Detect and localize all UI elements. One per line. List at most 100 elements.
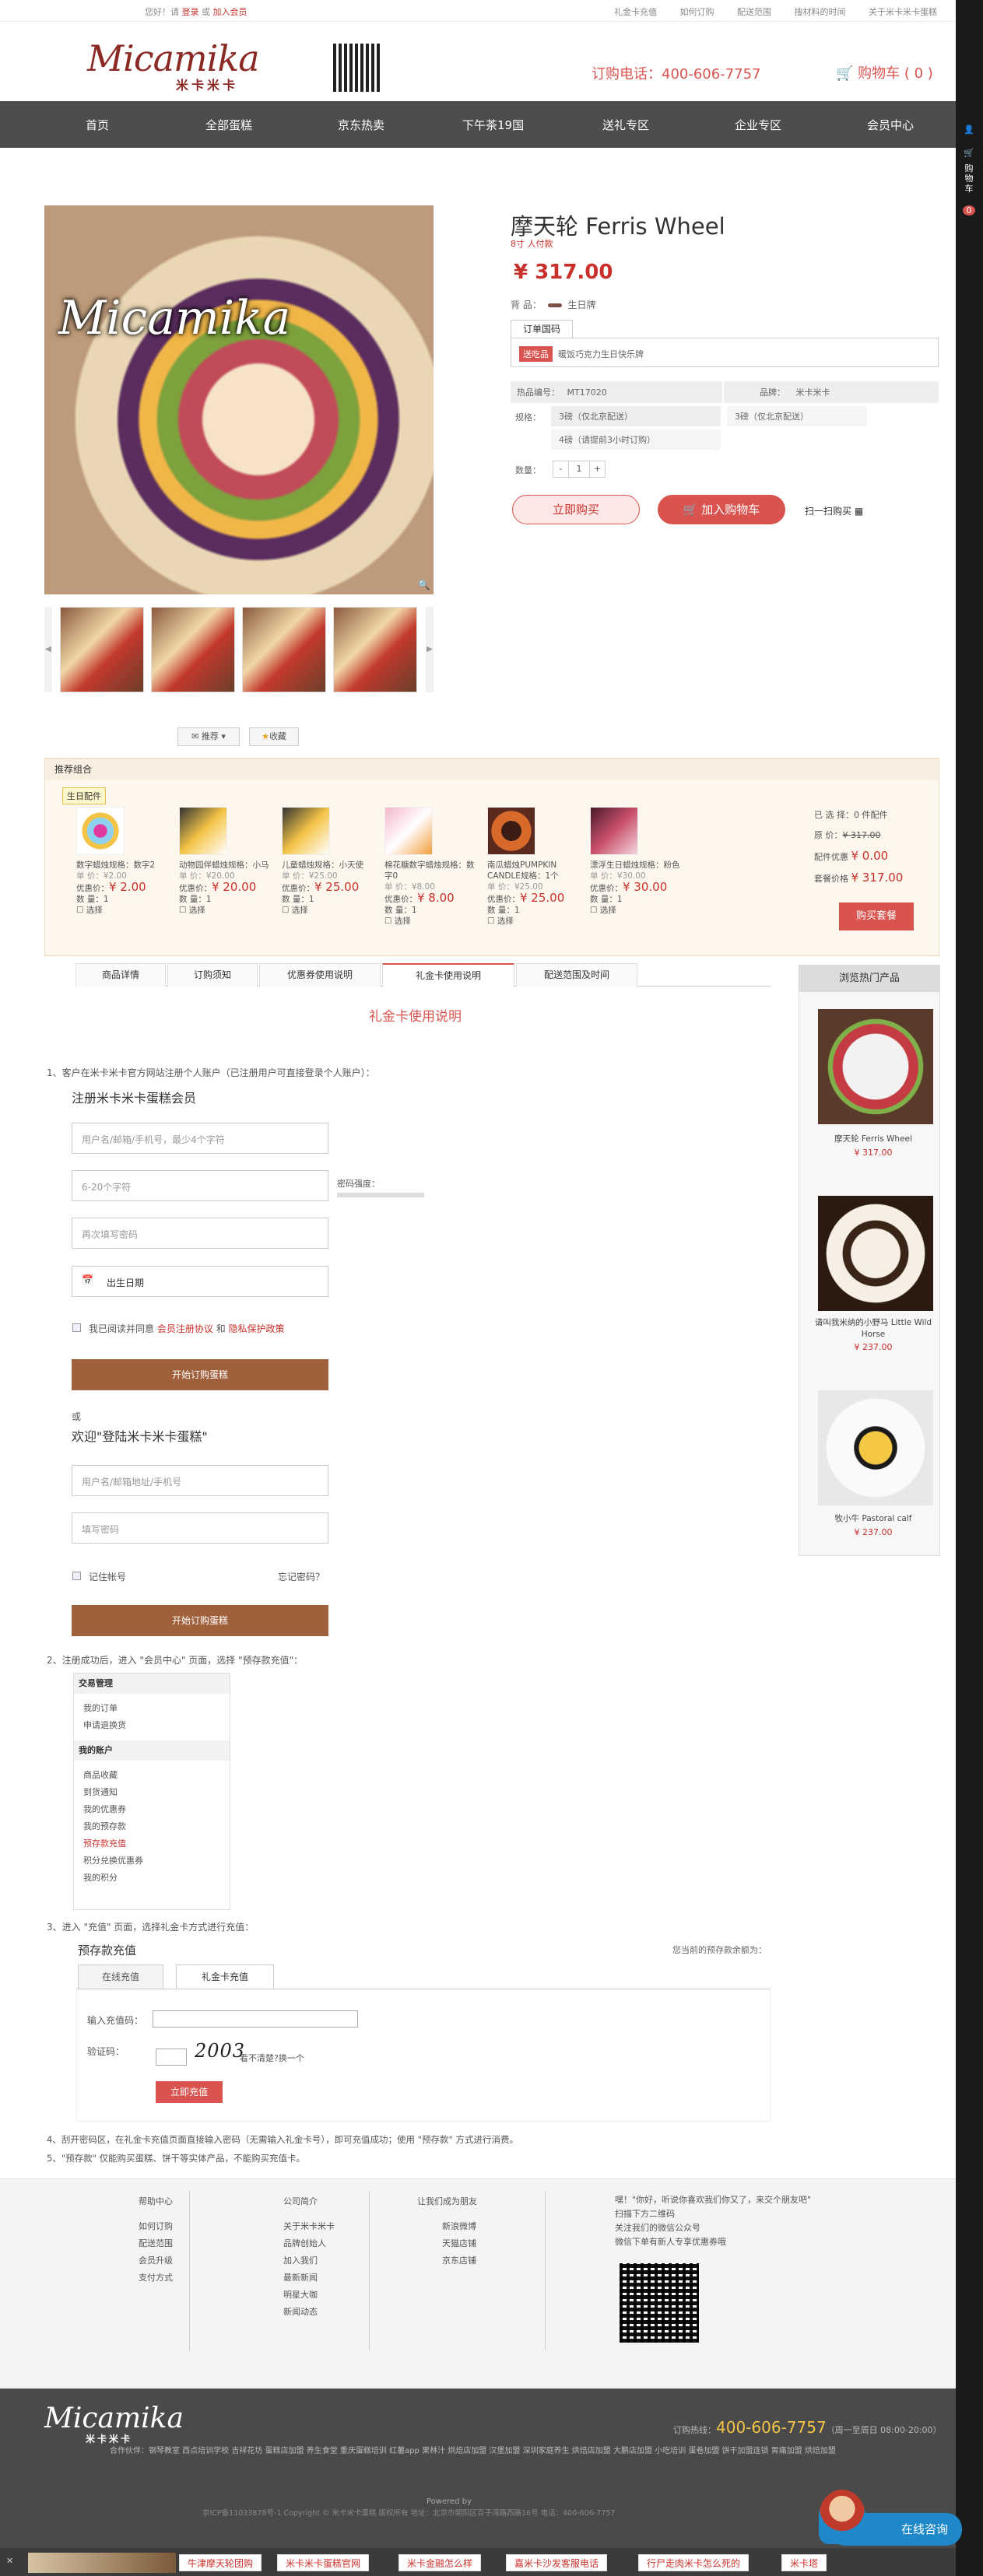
- user-icon[interactable]: 👤: [963, 124, 975, 135]
- sidebar-cart-label[interactable]: 购物车: [963, 163, 975, 194]
- nav-home[interactable]: 首页: [86, 117, 109, 133]
- menu-item-points[interactable]: 我的积分: [83, 1871, 118, 1884]
- footer-link[interactable]: 会员升级: [139, 2252, 173, 2269]
- captcha-input[interactable]: [156, 2049, 187, 2066]
- top-link-giftcard[interactable]: 礼金卡充值: [614, 7, 657, 17]
- combo-item-image[interactable]: [76, 807, 125, 855]
- hot-product-name[interactable]: 请叫我米纳的小野马 Little Wild Horse: [807, 1317, 939, 1341]
- footer-link[interactable]: 配送范围: [139, 2235, 173, 2252]
- menu-item-deposit[interactable]: 我的预存款: [83, 1820, 126, 1832]
- remember-checkbox[interactable]: [72, 1572, 81, 1580]
- menu-item-orders[interactable]: 我的订单: [83, 1702, 118, 1714]
- menu-item-returns[interactable]: 申请退换货: [83, 1719, 126, 1731]
- combo-tag[interactable]: 生日配件: [62, 787, 106, 804]
- footer-link[interactable]: 如何订购: [139, 2218, 173, 2235]
- nav-enterprise[interactable]: 企业专区: [735, 117, 781, 133]
- recharge-button[interactable]: 立即充值: [156, 2081, 223, 2103]
- confirm-password-field[interactable]: 再次填写密码: [72, 1218, 328, 1249]
- hot-product-image[interactable]: [818, 1390, 933, 1505]
- nav-jd-hot[interactable]: 京东热卖: [338, 117, 384, 133]
- cart-link[interactable]: 🛒 购物车 ( 0 ): [836, 62, 933, 82]
- captcha-image[interactable]: 2003: [195, 2040, 245, 2062]
- nav-member-center[interactable]: 会员中心: [867, 117, 914, 133]
- sidebar-cart-icon[interactable]: 🛒: [963, 148, 975, 158]
- hot-product-image[interactable]: [818, 1196, 933, 1311]
- login-username-field[interactable]: 用户名/邮箱地址/手机号: [72, 1465, 328, 1496]
- share-button[interactable]: ✉ 推荐 ▾: [177, 727, 240, 746]
- footer-link[interactable]: 新闻动态: [283, 2304, 335, 2321]
- captcha-refresh-link[interactable]: 看不清楚?换一个: [240, 2052, 304, 2064]
- agreement-link[interactable]: 会员注册协议: [157, 1323, 213, 1334]
- hot-product-name[interactable]: 摩天轮 Ferris Wheel: [807, 1134, 939, 1145]
- top-link-delivery[interactable]: 配送范围: [737, 7, 771, 17]
- buy-now-button[interactable]: 立即购买: [512, 495, 640, 524]
- partner-links[interactable]: 合作伙伴：钢琴教室 西点培训学校 吉祥花坊 蛋糕店加盟 养生食堂 重庆蛋糕培训 …: [110, 2445, 950, 2458]
- product-thumbnail[interactable]: [60, 607, 144, 692]
- tab-giftcard-recharge[interactable]: 礼金卡充值: [176, 1964, 274, 1989]
- footer-link[interactable]: 天猫店铺: [442, 2235, 477, 2252]
- username-field[interactable]: 用户名/邮箱/手机号，最少4个字符: [72, 1123, 328, 1154]
- agree-checkbox[interactable]: [72, 1323, 81, 1332]
- combo-item-image[interactable]: [282, 807, 330, 855]
- tab-order-notice[interactable]: 订购须知: [167, 963, 258, 987]
- keyword-link[interactable]: 嘉米卡沙发客服电话: [506, 2554, 608, 2571]
- combo-item-image[interactable]: [179, 807, 227, 855]
- keyword-link[interactable]: 米卡金融怎么样: [398, 2554, 482, 2571]
- top-link-about[interactable]: 关于米卡米卡蛋糕: [869, 7, 937, 17]
- order-tab[interactable]: 订单国码: [511, 320, 573, 338]
- keyword-link[interactable]: 米卡塔: [781, 2554, 827, 2571]
- tab-product-details[interactable]: 商品详情: [75, 963, 166, 987]
- tab-online-recharge[interactable]: 在线充值: [78, 1964, 163, 1989]
- privacy-link[interactable]: 隐私保护政策: [229, 1323, 285, 1334]
- quantity-stepper[interactable]: -1 +: [553, 461, 606, 478]
- menu-item-coupons[interactable]: 我的优惠券: [83, 1803, 126, 1815]
- menu-item-points-exchange[interactable]: 积分兑换优惠券: [83, 1854, 143, 1866]
- combo-checkbox[interactable]: ☐: [179, 906, 186, 915]
- product-thumbnail[interactable]: [151, 607, 235, 692]
- qty-minus-button[interactable]: -: [553, 461, 569, 477]
- nav-gifts[interactable]: 送礼专区: [602, 117, 649, 133]
- thumb-next-arrow[interactable]: ▶: [426, 607, 434, 692]
- zoom-icon[interactable]: 🔍: [418, 580, 430, 591]
- password-field[interactable]: 6-20个字符: [72, 1170, 328, 1201]
- scan-to-buy[interactable]: 扫一扫购买 ▦: [805, 504, 863, 517]
- tab-giftcard[interactable]: 礼金卡使用说明: [382, 963, 514, 987]
- combo-item-image[interactable]: [590, 807, 638, 855]
- keyword-link[interactable]: 行尸走肉米卡怎么死的: [638, 2554, 750, 2571]
- recharge-code-input[interactable]: [153, 2010, 358, 2028]
- combo-item-image[interactable]: [487, 807, 535, 855]
- spec-option-3[interactable]: 4磅（请提前3小时订购）: [551, 429, 721, 450]
- register-link[interactable]: 加入会员: [213, 7, 248, 17]
- combo-checkbox[interactable]: ☐: [282, 906, 289, 915]
- nav-afternoon-tea[interactable]: 下午茶19国: [462, 117, 524, 133]
- footer-link[interactable]: 品牌创始人: [283, 2235, 335, 2252]
- login-link[interactable]: 登录: [182, 7, 199, 17]
- menu-item-recharge[interactable]: 预存款充值: [83, 1837, 126, 1849]
- tab-delivery[interactable]: 配送范围及时间: [516, 963, 637, 987]
- login-password-field[interactable]: 填写密码: [72, 1512, 328, 1544]
- top-link-howto[interactable]: 如何订购: [680, 7, 714, 17]
- combo-item-image[interactable]: [384, 807, 433, 855]
- menu-item-favorites[interactable]: 商品收藏: [83, 1768, 118, 1781]
- login-button[interactable]: 开始订购蛋糕: [72, 1605, 328, 1636]
- product-thumbnail[interactable]: [333, 607, 417, 692]
- combo-checkbox[interactable]: ☐: [487, 916, 494, 926]
- hot-product-image[interactable]: [818, 1009, 933, 1124]
- footer-link[interactable]: 最新新闻: [283, 2269, 335, 2287]
- hot-product-name[interactable]: 牧小牛 Pastoral calf: [807, 1513, 939, 1525]
- product-thumbnail[interactable]: [242, 607, 326, 692]
- birthday-field[interactable]: 📅 出生日期: [72, 1266, 328, 1297]
- ad-banner-image[interactable]: [28, 2553, 176, 2573]
- close-icon[interactable]: ✕: [6, 2556, 13, 2566]
- tab-coupon[interactable]: 优惠券使用说明: [259, 963, 381, 987]
- qty-value[interactable]: 1: [569, 461, 589, 477]
- footer-link[interactable]: 支付方式: [139, 2269, 173, 2287]
- top-link-time[interactable]: 搜材料的时间: [795, 7, 846, 17]
- keyword-link[interactable]: 米卡米卡蛋糕官网: [277, 2554, 370, 2571]
- favorite-button[interactable]: ★收藏: [249, 727, 299, 746]
- brand-logo[interactable]: Micamika: [87, 37, 260, 79]
- menu-item-notify[interactable]: 到货通知: [83, 1786, 118, 1798]
- nav-all-cakes[interactable]: 全部蛋糕: [205, 117, 252, 133]
- footer-link[interactable]: 明星大咖: [283, 2287, 335, 2304]
- buy-combo-button[interactable]: 购买套餐: [839, 902, 914, 931]
